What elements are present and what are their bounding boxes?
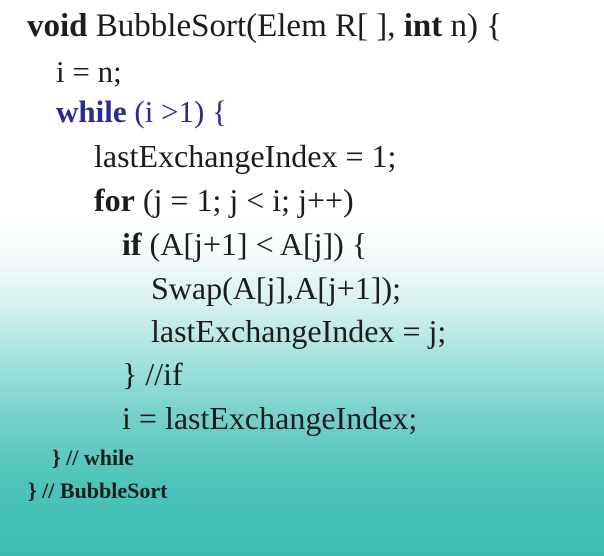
keyword-if: if: [122, 226, 142, 262]
swap-call-text: Swap(A[j],A[j+1]);: [151, 270, 401, 306]
end-while-text: } // while: [52, 445, 135, 470]
init-i-text: i = n;: [56, 54, 122, 89]
if-condition-text: (A[j+1] < A[j]) {: [141, 226, 368, 262]
end-function-text: } // BubbleSort: [28, 478, 168, 503]
code-line-update-i: i = lastExchangeIndex;: [122, 402, 417, 434]
end-if-text: } //if: [122, 356, 183, 392]
code-line-end-if: } //if: [122, 358, 183, 390]
code-line-end-function: } // BubbleSort: [28, 480, 167, 502]
function-signature-end: n) {: [442, 8, 503, 44]
code-slide: void BubbleSort(Elem R[ ], int n) { i = …: [0, 0, 604, 556]
code-line-last-exchange-assign: lastExchangeIndex = j;: [151, 315, 446, 347]
code-line-while: while (i >1) {: [56, 96, 227, 127]
keyword-while: while: [56, 94, 127, 129]
while-condition-text: (i >1) {: [126, 94, 227, 129]
code-line-end-while: } // while: [52, 447, 134, 469]
update-i-text: i = lastExchangeIndex;: [122, 400, 418, 436]
code-line-last-exchange-init: lastExchangeIndex = 1;: [94, 140, 396, 172]
code-line-function-signature: void BubbleSort(Elem R[ ], int n) {: [27, 10, 502, 43]
code-line-init-i: i = n;: [56, 56, 122, 87]
code-line-if: if (A[j+1] < A[j]) {: [122, 228, 367, 260]
code-line-for: for (j = 1; j < i; j++): [94, 184, 354, 216]
last-exchange-init-text: lastExchangeIndex = 1;: [94, 138, 397, 174]
keyword-void: void: [27, 8, 88, 44]
last-exchange-assign-text: lastExchangeIndex = j;: [151, 313, 447, 349]
keyword-int: int: [403, 8, 443, 44]
code-line-swap: Swap(A[j],A[j+1]);: [151, 272, 401, 304]
function-signature-text: BubbleSort(Elem R[ ],: [87, 8, 404, 44]
for-header-text: (j = 1; j < i; j++): [134, 182, 354, 218]
keyword-for: for: [94, 182, 135, 218]
